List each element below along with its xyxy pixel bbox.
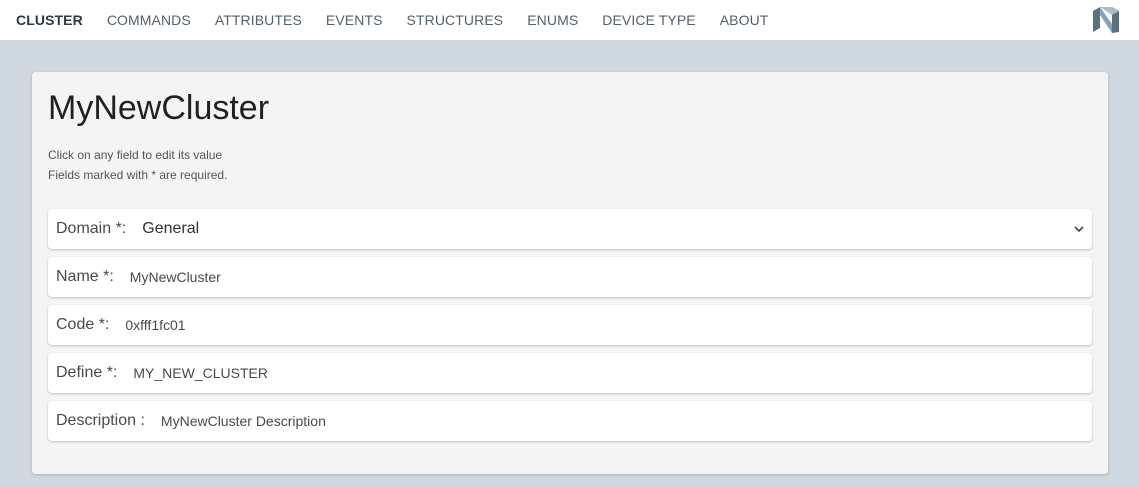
cluster-card: MyNewCluster Click on any field to edit … (32, 72, 1108, 474)
nordic-logo-icon (1093, 7, 1119, 33)
edit-hint: Click on any field to edit its value (48, 148, 223, 162)
nav-tabs: CLUSTER COMMANDS ATTRIBUTES EVENTS STRUC… (0, 0, 792, 40)
name-value[interactable]: MyNewCluster (130, 269, 221, 285)
tab-attributes[interactable]: ATTRIBUTES (215, 0, 302, 40)
tab-enums[interactable]: ENUMS (527, 0, 578, 40)
name-field[interactable]: Name *: MyNewCluster (48, 257, 1092, 297)
tab-device-type[interactable]: DEVICE TYPE (602, 0, 695, 40)
define-label: Define *: (56, 364, 118, 381)
top-navbar: CLUSTER COMMANDS ATTRIBUTES EVENTS STRUC… (0, 0, 1139, 40)
description-label: Description : (56, 412, 145, 429)
define-value[interactable]: MY_NEW_CLUSTER (133, 365, 268, 381)
description-value[interactable]: MyNewCluster Description (161, 413, 326, 429)
tab-events[interactable]: EVENTS (326, 0, 383, 40)
page-title: MyNewCluster (48, 89, 270, 127)
tab-cluster[interactable]: CLUSTER (16, 0, 83, 40)
code-field[interactable]: Code *: 0xfff1fc01 (48, 305, 1092, 345)
domain-value[interactable]: General (142, 220, 199, 238)
tab-about[interactable]: ABOUT (720, 0, 769, 40)
code-value[interactable]: 0xfff1fc01 (125, 317, 185, 333)
define-field[interactable]: Define *: MY_NEW_CLUSTER (48, 353, 1092, 393)
name-label: Name *: (56, 268, 114, 285)
tab-structures[interactable]: STRUCTURES (407, 0, 504, 40)
code-label: Code *: (56, 316, 110, 333)
description-field[interactable]: Description : MyNewCluster Description (48, 401, 1092, 441)
tab-commands[interactable]: COMMANDS (107, 0, 191, 40)
required-hint: Fields marked with * are required. (48, 168, 228, 182)
domain-select[interactable]: Domain *: General (48, 209, 1092, 249)
domain-label: Domain *: (56, 220, 127, 237)
chevron-down-icon[interactable] (1072, 221, 1086, 237)
